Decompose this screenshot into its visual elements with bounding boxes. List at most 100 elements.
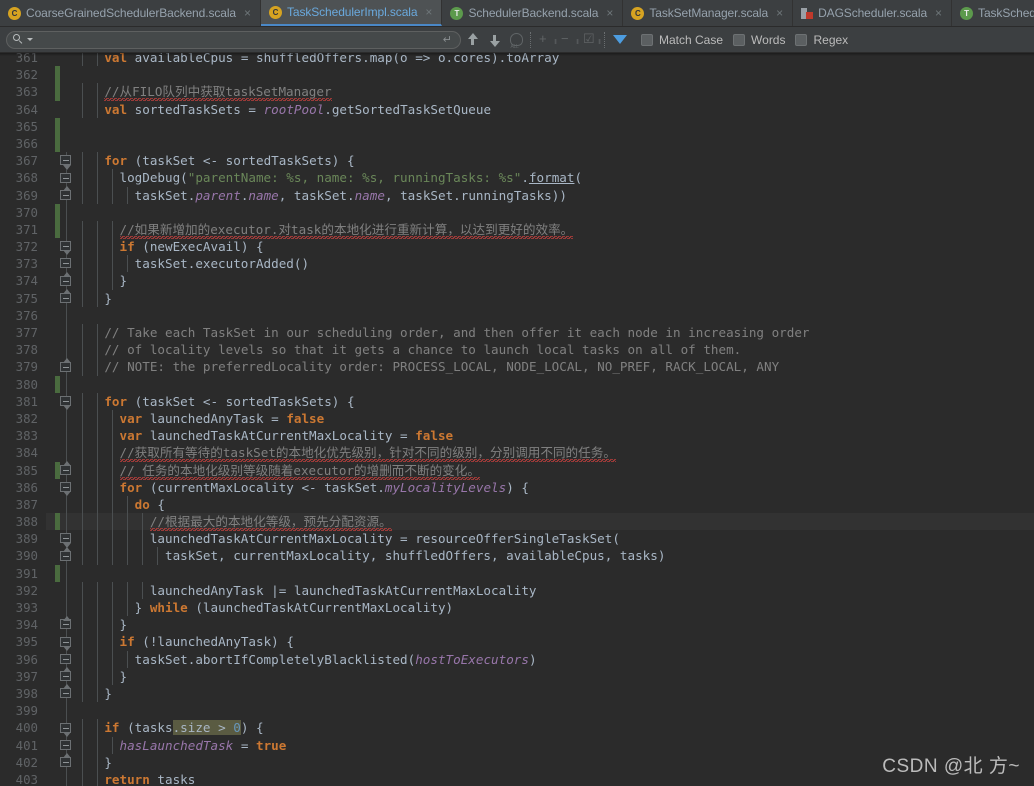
editor-tab-4[interactable]: DAGScheduler.scala × — [793, 0, 953, 26]
code-line[interactable]: 377 // Take each TaskSet in our scheduli… — [0, 324, 1034, 342]
editor-gutter[interactable] — [46, 255, 71, 273]
editor-gutter[interactable] — [46, 169, 71, 187]
editor-gutter[interactable] — [46, 83, 70, 101]
code-line[interactable]: 369 taskSet.parent.name, taskSet.name, t… — [0, 186, 1034, 204]
code-text[interactable]: taskSet.executorAdded() — [70, 255, 1034, 273]
code-text[interactable]: for (currentMaxLocality <- taskSet.myLoc… — [70, 478, 1034, 496]
editor-tab-0[interactable]: C CoarseGrainedSchedulerBackend.scala × — [0, 0, 261, 26]
editor-gutter[interactable] — [46, 753, 71, 771]
find-previous-button[interactable] — [461, 29, 483, 51]
editor-gutter[interactable] — [46, 134, 70, 153]
code-text[interactable] — [70, 702, 1034, 719]
code-text[interactable] — [70, 118, 1034, 135]
editor-gutter[interactable] — [46, 341, 70, 359]
close-icon[interactable]: × — [606, 7, 613, 19]
code-text[interactable]: } — [70, 272, 1034, 290]
code-line[interactable]: 373 taskSet.executorAdded() — [0, 255, 1034, 273]
editor-gutter[interactable] — [46, 546, 71, 565]
code-line[interactable]: 386 for (currentMaxLocality <- taskSet.m… — [0, 478, 1034, 497]
editor-gutter[interactable] — [46, 615, 71, 634]
editor-gutter[interactable] — [46, 495, 70, 514]
editor-gutter[interactable] — [46, 101, 70, 118]
code-line[interactable]: 393 } while (launchedTaskAtCurrentMaxLoc… — [0, 599, 1034, 617]
code-text[interactable]: logDebug("parentName: %s, name: %s, runn… — [70, 169, 1034, 187]
code-line[interactable]: 402 } — [0, 753, 1034, 771]
code-line[interactable]: 389 launchedTaskAtCurrentMaxLocality = r… — [0, 530, 1034, 548]
code-line[interactable]: 397 } — [0, 667, 1034, 685]
remove-selection-button[interactable]: − II — [557, 29, 579, 51]
words-checkbox[interactable]: Words — [733, 33, 785, 47]
code-text[interactable]: taskSet.parent.name, taskSet.name, taskS… — [70, 186, 1034, 204]
code-text[interactable]: val sortedTaskSets = rootPool.getSortedT… — [70, 100, 1034, 118]
code-line[interactable]: 388 //根据最大的本地化等级，预先分配资源。 — [0, 513, 1034, 532]
code-text[interactable]: launchedAnyTask |= launchedTaskAtCurrent… — [70, 581, 1034, 599]
vcs-change-marker[interactable] — [55, 564, 60, 582]
code-line[interactable]: 381 for (taskSet <- sortedTaskSets) { — [0, 392, 1034, 411]
code-text[interactable]: taskSet.abortIfCompletelyBlacklisted(hos… — [70, 650, 1034, 668]
code-line[interactable]: 380 — [0, 375, 1034, 393]
code-text[interactable]: } while (launchedTaskAtCurrentMaxLocalit… — [70, 599, 1034, 617]
code-text[interactable]: if (newExecAvail) { — [70, 238, 1034, 256]
vcs-change-marker[interactable] — [55, 134, 60, 153]
editor-gutter[interactable] — [46, 306, 70, 324]
vcs-change-marker[interactable] — [55, 117, 60, 135]
editor-gutter[interactable] — [46, 461, 71, 479]
code-line[interactable]: 375 } — [0, 289, 1034, 307]
editor-gutter[interactable] — [46, 633, 71, 651]
code-text[interactable]: //如果新增加的executor.对task的本地化进行重新计算，以达到更好的效… — [70, 220, 1034, 239]
code-line[interactable]: 379 // NOTE: the preferredLocality order… — [0, 357, 1034, 376]
find-next-button[interactable] — [483, 29, 505, 51]
editor-gutter[interactable] — [46, 444, 70, 462]
editor-gutter[interactable] — [46, 117, 70, 135]
editor-tab-2[interactable]: T SchedulerBackend.scala × — [442, 0, 624, 26]
code-text[interactable]: for (taskSet <- sortedTaskSets) { — [70, 152, 1034, 170]
vcs-change-marker[interactable] — [55, 203, 60, 221]
code-line[interactable]: 400 if (tasks.size > 0) { — [0, 719, 1034, 737]
code-line[interactable]: 363 //从FILO队列中获取taskSetManager — [0, 83, 1034, 102]
editor-gutter[interactable] — [46, 736, 71, 754]
code-line[interactable]: 399 — [0, 702, 1034, 720]
vcs-change-marker[interactable] — [55, 83, 60, 101]
close-icon[interactable]: × — [244, 7, 251, 19]
code-text[interactable]: // Take each TaskSet in our scheduling o… — [70, 324, 1034, 342]
editor-gutter[interactable] — [46, 375, 70, 393]
editor-gutter[interactable] — [46, 324, 70, 342]
code-text[interactable]: var launchedAnyTask = false — [70, 409, 1034, 428]
code-line[interactable]: 403 return tasks — [0, 770, 1034, 786]
editor-gutter[interactable] — [46, 152, 71, 170]
editor-gutter[interactable] — [46, 770, 70, 786]
search-input-wrapper[interactable]: ↵ — [6, 30, 461, 49]
code-line[interactable]: 385 // 任务的本地化级别等级随着executor的增删而不断的变化。 — [0, 461, 1034, 480]
close-icon[interactable]: × — [425, 6, 432, 18]
match-case-checkbox[interactable]: Match Case — [641, 33, 723, 47]
editor-gutter[interactable] — [46, 238, 71, 256]
code-text[interactable]: } — [70, 289, 1034, 307]
editor-gutter[interactable] — [46, 564, 70, 582]
editor-gutter[interactable] — [46, 719, 71, 737]
code-text[interactable] — [70, 66, 1034, 83]
code-line[interactable]: 374 } — [0, 271, 1034, 290]
editor-tab-1[interactable]: C TaskSchedulerImpl.scala × — [260, 0, 443, 26]
vcs-change-marker[interactable] — [55, 375, 60, 393]
editor-gutter[interactable] — [46, 650, 71, 668]
editor-gutter[interactable] — [46, 220, 70, 239]
code-text[interactable] — [70, 204, 1034, 221]
editor-gutter[interactable] — [46, 581, 70, 599]
code-text[interactable] — [70, 307, 1034, 324]
code-text[interactable]: if (tasks.size > 0) { — [70, 719, 1034, 737]
close-icon[interactable]: × — [776, 7, 783, 19]
code-line[interactable]: 387 do { — [0, 495, 1034, 514]
code-line[interactable]: 391 — [0, 564, 1034, 582]
code-lines[interactable]: 361 val availableCpus = shuffledOffers.m… — [0, 53, 1034, 786]
vcs-change-marker[interactable] — [55, 66, 60, 84]
editor-gutter[interactable] — [46, 392, 71, 411]
search-input[interactable] — [33, 32, 443, 47]
code-text[interactable]: if (!launchedAnyTask) { — [70, 633, 1034, 651]
regex-checkbox[interactable]: Regex — [795, 33, 848, 47]
code-line[interactable]: 365 — [0, 117, 1034, 135]
code-text[interactable]: for (taskSet <- sortedTaskSets) { — [70, 392, 1034, 410]
editor-gutter[interactable] — [46, 289, 71, 307]
add-selection-button[interactable]: + II — [535, 29, 557, 51]
editor-gutter[interactable] — [46, 599, 70, 617]
code-line[interactable]: 383 var launchedTaskAtCurrentMaxLocality… — [0, 427, 1034, 445]
